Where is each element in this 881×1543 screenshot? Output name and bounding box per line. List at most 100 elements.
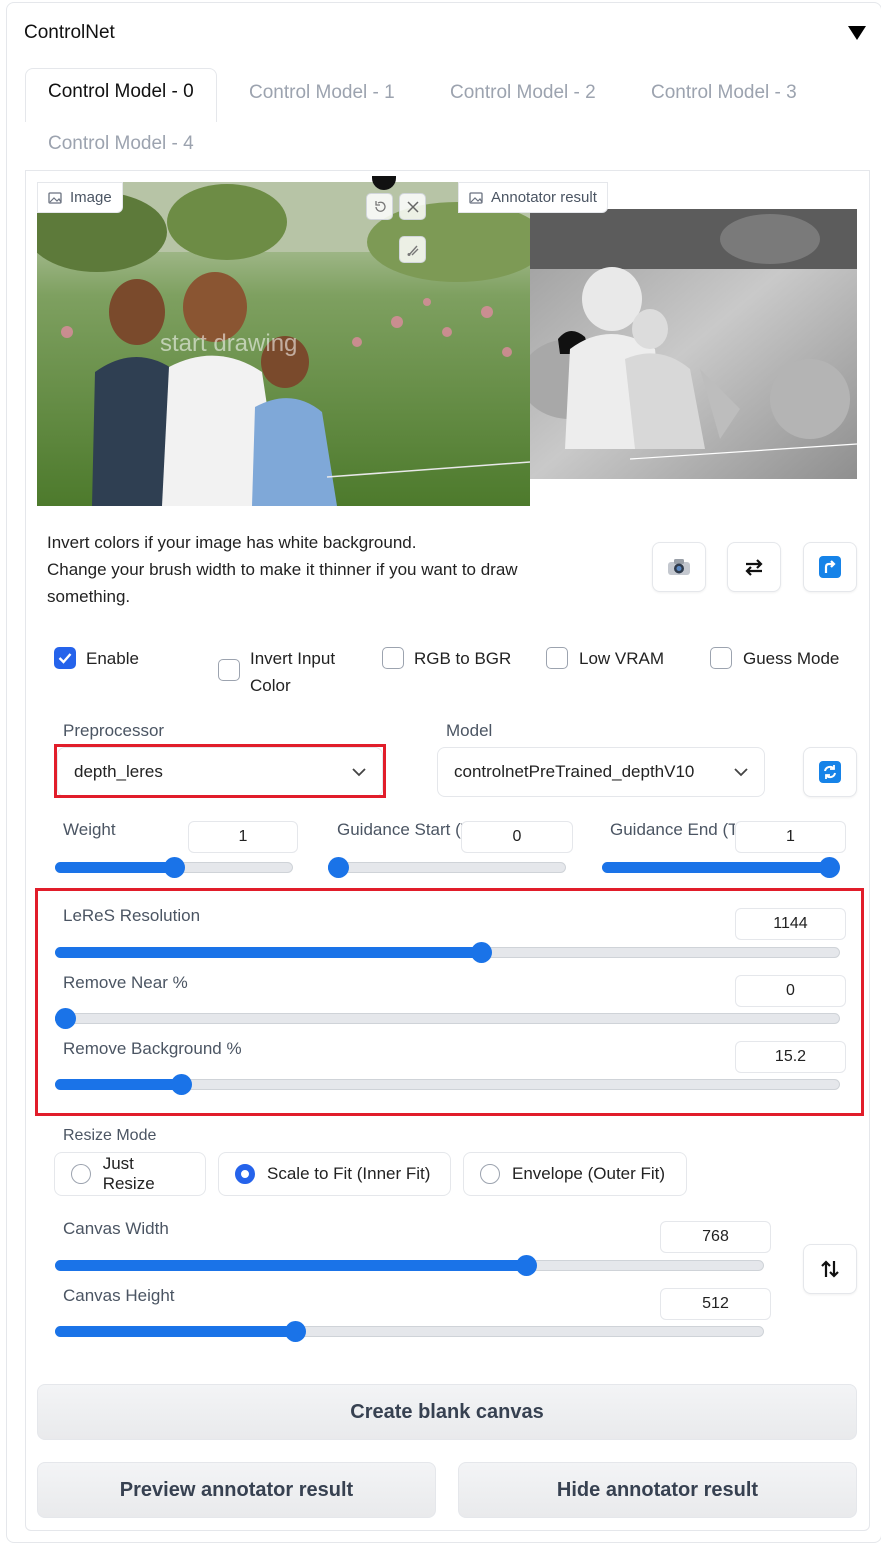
start-drawing-overlay: start drawing (160, 330, 298, 357)
preview-annotator-button[interactable]: Preview annotator result (37, 1462, 436, 1518)
low-vram-checkbox[interactable] (546, 647, 568, 669)
radio-label: Envelope (Outer Fit) (512, 1164, 666, 1183)
tab-control-model-0[interactable]: Control Model - 0 (25, 68, 217, 122)
slider-track (55, 1013, 840, 1024)
slider-thumb[interactable] (285, 1321, 306, 1342)
canvas-height-label: Canvas Height (63, 1286, 175, 1305)
slider-thumb[interactable] (164, 857, 185, 878)
remove-near-label: Remove Near % (63, 973, 188, 992)
slider-thumb[interactable] (55, 1008, 76, 1029)
weight-input[interactable]: 1 (188, 821, 298, 853)
hide-annotator-button[interactable]: Hide annotator result (458, 1462, 857, 1518)
model-dropdown[interactable]: controlnetPreTrained_depthV10 (437, 747, 765, 797)
section-title[interactable]: ControlNet (24, 22, 115, 44)
slider-thumb[interactable] (171, 1074, 192, 1095)
annotator-label: Annotator result (491, 189, 597, 206)
brush-button[interactable] (399, 236, 426, 263)
radio-just-resize[interactable]: Just Resize (54, 1152, 206, 1196)
send-dimensions-button[interactable] (803, 542, 857, 592)
leres-resolution-slider[interactable] (55, 942, 840, 963)
guess-mode-label: Guess Mode (743, 649, 840, 668)
rgb-to-bgr-label: RGB to BGR (414, 649, 512, 668)
slider-thumb[interactable] (328, 857, 349, 878)
image-label: Image (70, 189, 112, 206)
slider-thumb[interactable] (471, 942, 492, 963)
remove-near-slider[interactable] (55, 1008, 840, 1029)
info-text: Invert colors if your image has white ba… (47, 529, 587, 610)
image-icon (48, 191, 62, 204)
annotator-result-image (530, 209, 857, 479)
depth-map (530, 209, 857, 479)
canvas-width-label: Canvas Width (63, 1219, 169, 1238)
weight-label: Weight (63, 820, 116, 839)
guidance-start-input[interactable]: 0 (461, 821, 573, 853)
remove-background-slider[interactable] (55, 1074, 840, 1095)
radio-dot (480, 1164, 500, 1184)
mirror-webcam-button[interactable] (727, 542, 781, 592)
chevron-down-icon (734, 767, 748, 776)
guidance-end-slider[interactable] (602, 857, 840, 878)
annotator-label-badge: Annotator result (458, 182, 608, 213)
rgb-to-bgr-checkbox[interactable] (382, 647, 404, 669)
canvas-height-slider[interactable] (55, 1321, 764, 1342)
weight-slider[interactable] (55, 857, 293, 878)
guidance-start-label: Guidance Start (T (337, 820, 462, 839)
slider-thumb[interactable] (819, 857, 840, 878)
remove-near-input[interactable]: 0 (735, 975, 846, 1007)
return-arrow-icon (819, 556, 841, 578)
slider-fill (55, 947, 481, 958)
guidance-end-input[interactable]: 1 (735, 821, 846, 853)
radio-scale-to-fit[interactable]: Scale to Fit (Inner Fit) (218, 1152, 451, 1196)
tab-control-model-4[interactable]: Control Model - 4 (48, 133, 194, 155)
resize-mode-label: Resize Mode (63, 1127, 157, 1144)
enable-label: Enable (86, 649, 139, 668)
guidance-end-label: Guidance End (T (610, 820, 735, 839)
model-value: controlnetPreTrained_depthV10 (454, 762, 695, 781)
enable-checkbox[interactable] (54, 647, 76, 669)
radio-envelope[interactable]: Envelope (Outer Fit) (463, 1152, 687, 1196)
refresh-models-button[interactable] (803, 747, 857, 797)
slider-track (328, 862, 566, 873)
close-icon (406, 200, 419, 213)
info-line-1: Invert colors if your image has white ba… (47, 533, 417, 552)
model-label: Model (446, 721, 493, 740)
invert-input-color-label: Invert Input Color (250, 649, 336, 695)
guidance-start-slider[interactable] (328, 857, 566, 878)
tab-control-model-2[interactable]: Control Model - 2 (450, 82, 596, 104)
guess-mode-checkbox[interactable] (710, 647, 732, 669)
tab-control-model-3[interactable]: Control Model - 3 (651, 82, 797, 104)
leres-resolution-label: LeReS Resolution (63, 906, 201, 925)
slider-fill (55, 1079, 181, 1090)
info-line-2: Change your brush width to make it thinn… (47, 560, 518, 606)
slider-fill (55, 1326, 295, 1337)
brush-icon (407, 245, 418, 256)
preprocessor-label: Preprocessor (63, 721, 165, 740)
low-vram-label: Low VRAM (579, 649, 665, 668)
undo-button[interactable] (366, 193, 393, 220)
canvas-height-input[interactable]: 512 (660, 1288, 771, 1320)
slider-fill (55, 1260, 526, 1271)
slider-fill (55, 862, 174, 873)
webcam-button[interactable] (652, 542, 706, 592)
canvas-width-slider[interactable] (55, 1255, 764, 1276)
radio-label: Just Resize (102, 1154, 155, 1193)
collapse-caret-icon[interactable] (848, 26, 866, 40)
invert-input-color-checkbox[interactable] (218, 659, 240, 681)
preprocessor-highlight-box (54, 744, 386, 798)
leres-resolution-input[interactable]: 1144 (735, 908, 846, 940)
radio-dot (71, 1164, 91, 1184)
remove-background-label: Remove Background % (63, 1039, 242, 1058)
checkmark-icon (58, 653, 72, 664)
create-blank-canvas-button[interactable]: Create blank canvas (37, 1384, 857, 1440)
camera-icon (668, 559, 690, 575)
slider-thumb[interactable] (516, 1255, 537, 1276)
image-label-badge: Image (37, 182, 123, 213)
canvas-width-input[interactable]: 768 (660, 1221, 771, 1253)
radio-dot-selected (235, 1164, 255, 1184)
tab-control-model-1[interactable]: Control Model - 1 (249, 82, 395, 104)
undo-icon (374, 200, 386, 212)
clear-button[interactable] (399, 193, 426, 220)
swap-arrows-icon (745, 559, 763, 576)
remove-background-input[interactable]: 15.2 (735, 1041, 846, 1073)
swap-dimensions-button[interactable] (803, 1244, 857, 1294)
